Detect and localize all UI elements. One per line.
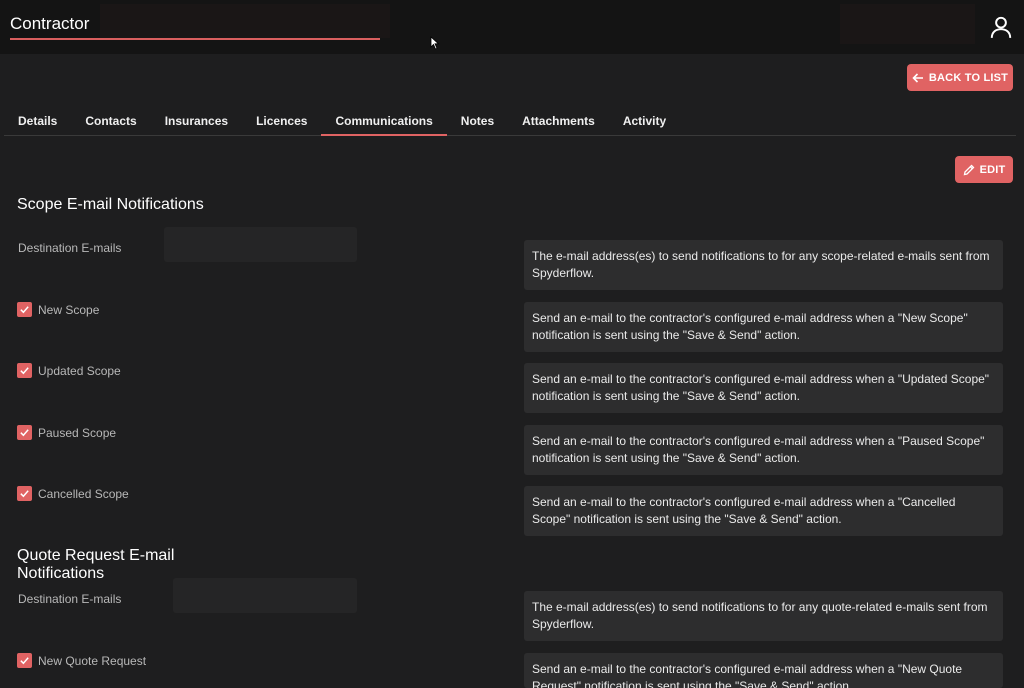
tab-bar: Details Contacts Insurances Licences Com… — [4, 106, 1016, 136]
check-icon — [20, 367, 29, 375]
check-icon — [20, 306, 29, 314]
check-icon — [20, 429, 29, 437]
edit-label: EDIT — [979, 163, 1006, 176]
pencil-icon — [963, 164, 974, 175]
top-bar: Contractor — [0, 0, 1024, 54]
tab-details[interactable]: Details — [4, 106, 71, 136]
quote-destination-label: Destination E-mails — [18, 592, 122, 606]
paused-scope-description: Send an e-mail to the contractor's confi… — [524, 425, 1003, 475]
new-quote-request-label: New Quote Request — [38, 654, 147, 668]
paused-scope-checkbox[interactable] — [17, 425, 32, 440]
quote-section-title-line1: Quote Request E-mail — [17, 547, 175, 564]
tab-attachments[interactable]: Attachments — [508, 106, 609, 136]
tab-notes[interactable]: Notes — [447, 106, 508, 136]
scope-destination-emails-input[interactable] — [164, 227, 357, 262]
quote-section-title-line2: Notifications — [17, 565, 105, 582]
quote-destination-description: The e-mail address(es) to send notificat… — [524, 591, 1003, 641]
mouse-cursor-icon — [430, 36, 440, 50]
check-icon — [20, 657, 29, 665]
tab-contacts[interactable]: Contacts — [71, 106, 150, 136]
new-quote-request-checkbox[interactable] — [17, 653, 32, 668]
tab-insurances[interactable]: Insurances — [151, 106, 242, 136]
back-to-list-label: BACK TO LIST — [928, 71, 1009, 84]
tab-communications[interactable]: Communications — [321, 106, 447, 136]
new-scope-label: New Scope — [38, 303, 100, 317]
scope-destination-description: The e-mail address(es) to send notificat… — [524, 240, 1003, 290]
redacted-area — [840, 4, 975, 44]
cancelled-scope-label: Cancelled Scope — [38, 487, 129, 501]
quote-destination-emails-input[interactable] — [173, 578, 357, 613]
new-scope-checkbox[interactable] — [17, 302, 32, 317]
paused-scope-label: Paused Scope — [38, 426, 117, 440]
cancelled-scope-description: Send an e-mail to the contractor's confi… — [524, 486, 1003, 536]
new-quote-request-description: Send an e-mail to the contractor's confi… — [524, 653, 1003, 688]
updated-scope-description: Send an e-mail to the contractor's confi… — [524, 363, 1003, 413]
scope-section-title: Scope E-mail Notifications — [17, 196, 204, 213]
title-field[interactable]: Contractor — [10, 10, 380, 40]
back-to-list-button[interactable]: BACK TO LIST — [907, 64, 1013, 91]
new-scope-description: Send an e-mail to the contractor's confi… — [524, 302, 1003, 352]
arrow-left-icon — [912, 72, 923, 83]
updated-scope-label: Updated Scope — [38, 364, 121, 378]
page-title: Contractor — [10, 14, 90, 33]
updated-scope-checkbox[interactable] — [17, 363, 32, 378]
scope-destination-label: Destination E-mails — [18, 241, 122, 255]
cancelled-scope-checkbox[interactable] — [17, 486, 32, 501]
check-icon — [20, 490, 29, 498]
user-icon[interactable] — [988, 14, 1014, 40]
tab-licences[interactable]: Licences — [242, 106, 321, 136]
tab-activity[interactable]: Activity — [609, 106, 680, 136]
edit-button[interactable]: EDIT — [955, 156, 1013, 183]
